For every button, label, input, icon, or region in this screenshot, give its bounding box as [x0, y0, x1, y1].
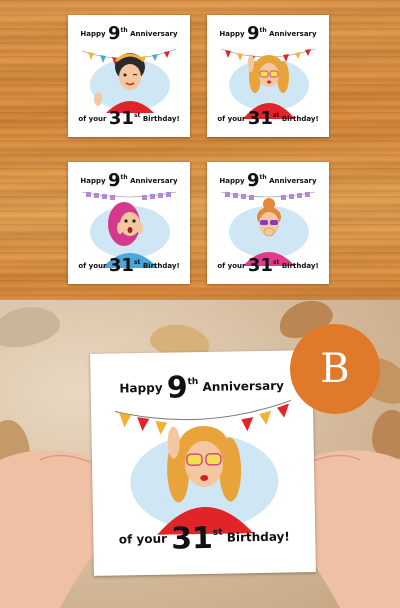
card-subheading: of your 31st Birthday! — [78, 108, 180, 129]
variant-badge: B — [290, 324, 380, 414]
featured-card[interactable]: Happy 9th Anniversary of your 31st Birth… — [90, 350, 316, 576]
featured-card-subheading: of your 31st Birthday! — [118, 520, 290, 557]
card-option-3[interactable]: Happy 9th Anniversary of your 31st Birth… — [68, 162, 190, 284]
card-subheading: of your 31st Birthday! — [78, 255, 180, 276]
wood-background — [0, 0, 400, 300]
card-option-2[interactable]: Happy 9th Anniversary of your 31st Birth… — [207, 15, 329, 137]
card-subheading: of your 31st Birthday! — [217, 108, 319, 129]
card-subheading: of your 31st Birthday! — [217, 255, 319, 276]
dried-leaf — [0, 301, 64, 353]
card-option-4[interactable]: Happy 9th Anniversary of your 31st Birth… — [207, 162, 329, 284]
card-option-1[interactable]: Happy 9th Anniversary of your 31st Birth… — [68, 15, 190, 137]
